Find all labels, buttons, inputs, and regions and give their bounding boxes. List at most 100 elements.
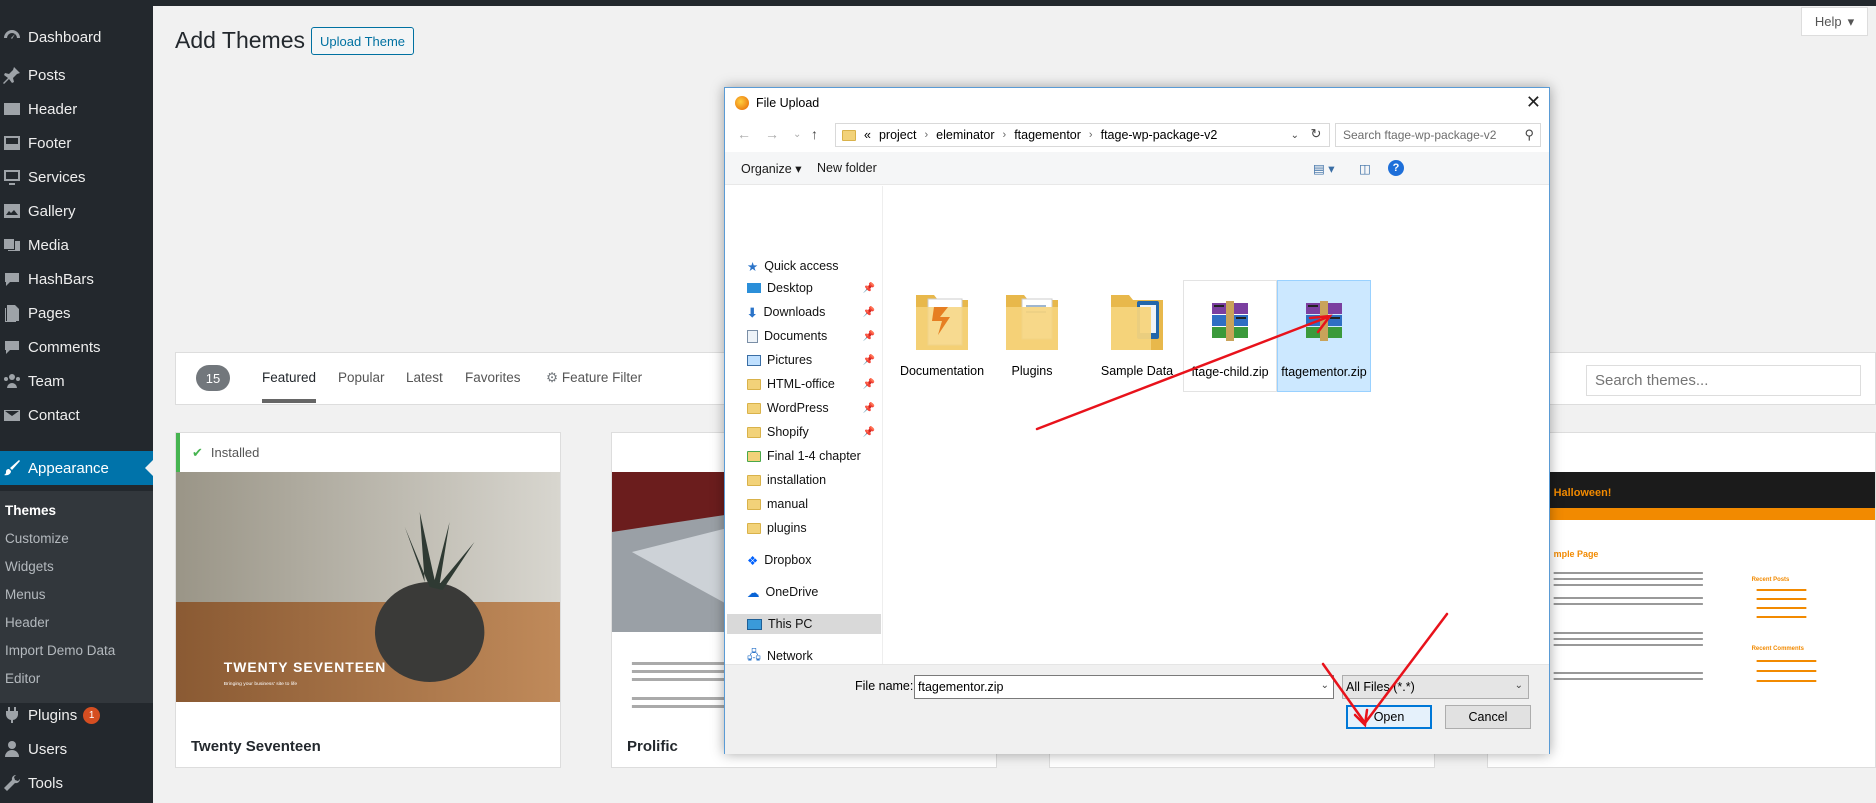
file-item-ftage-child-zip[interactable]: ftage-child.zip: [1183, 280, 1277, 392]
nav-final-chapter[interactable]: Final 1-4 chapter: [747, 446, 879, 466]
menu-label: Dashboard: [28, 28, 102, 46]
submenu-themes[interactable]: Themes: [5, 503, 56, 518]
preview-pane-icon[interactable]: ◫: [1359, 161, 1371, 176]
nav-quick-access[interactable]: ★ Quick access: [747, 256, 879, 276]
nav-network[interactable]: 🖧 Network: [747, 646, 879, 666]
file-item-ftagementor-zip[interactable]: ftagementor.zip: [1277, 280, 1371, 392]
back-arrow-icon[interactable]: ←: [737, 126, 751, 142]
nav-shopify[interactable]: Shopify 📌: [747, 422, 879, 442]
open-button[interactable]: Open: [1346, 705, 1432, 729]
menu-plugins[interactable]: Plugins 1: [0, 698, 153, 732]
admin-bar: [0, 0, 1876, 6]
nav-label: HTML-office: [767, 377, 835, 391]
view-options-icon[interactable]: ▤ ▾: [1313, 161, 1335, 176]
nav-downloads[interactable]: ⬇ Downloads 📌: [747, 302, 879, 322]
file-item-sample-data[interactable]: Sample Data: [1090, 280, 1184, 392]
dashboard-icon: [0, 27, 28, 47]
theme-card-twenty-seventeen[interactable]: ✔ Installed TWENTY SEVENTEEN Bringing yo…: [175, 432, 561, 768]
nav-label: plugins: [767, 521, 807, 535]
menu-gallery[interactable]: Gallery: [0, 194, 153, 228]
tab-featured[interactable]: Featured: [262, 370, 317, 403]
upload-theme-button[interactable]: Upload Theme: [311, 27, 415, 55]
submenu-import-demo-data[interactable]: Import Demo Data: [5, 643, 115, 658]
new-folder-button[interactable]: New folder: [817, 161, 877, 175]
menu-contact[interactable]: Contact: [0, 398, 153, 432]
menu-pages[interactable]: Pages: [0, 296, 153, 330]
pin-icon: 📌: [862, 282, 875, 294]
menu-footer[interactable]: Footer: [0, 126, 153, 160]
help-button[interactable]: Help ▾: [1801, 7, 1868, 36]
help-icon[interactable]: ?: [1388, 160, 1404, 176]
menu-label: Header: [28, 100, 78, 118]
tab-popular[interactable]: Popular: [338, 370, 385, 385]
menu-posts[interactable]: Posts: [0, 58, 153, 92]
document-icon: [747, 329, 758, 343]
nav-pictures[interactable]: Pictures 📌: [747, 350, 879, 370]
nav-plugins[interactable]: plugins: [747, 518, 879, 538]
menu-media[interactable]: Media: [0, 228, 153, 262]
monitor-icon: [0, 167, 28, 187]
file-type-select[interactable]: All Files (*.*) ⌄: [1342, 675, 1529, 699]
menu-users[interactable]: Users: [0, 732, 153, 766]
tab-favorites[interactable]: Favorites: [465, 370, 521, 385]
address-bar[interactable]: « project › eleminator › ftagementor › f…: [835, 123, 1330, 147]
plug-icon: [0, 705, 28, 725]
folder-icon: [907, 280, 977, 360]
chevron-down-icon[interactable]: ⌄: [1321, 680, 1329, 691]
recent-locations-chevron-icon[interactable]: ⌄: [793, 129, 801, 140]
submenu-widgets[interactable]: Widgets: [5, 559, 54, 574]
nav-onedrive[interactable]: ☁ OneDrive: [747, 582, 879, 602]
submenu-editor[interactable]: Editor: [5, 671, 40, 686]
path-segment[interactable]: ftagementor: [1014, 128, 1081, 142]
close-icon[interactable]: ✕: [1526, 92, 1541, 113]
screenshot-site-title: Halloween!: [1554, 487, 1612, 499]
menu-hashbars[interactable]: HashBars: [0, 262, 153, 296]
theme-screenshot: TWENTY SEVENTEEN Bringing your business'…: [176, 472, 560, 722]
nav-html-office[interactable]: HTML-office 📌: [747, 374, 879, 394]
file-name-input[interactable]: ftagementor.zip ⌄: [914, 675, 1334, 699]
nav-manual[interactable]: manual: [747, 494, 879, 514]
cancel-button[interactable]: Cancel: [1445, 705, 1531, 729]
refresh-icon[interactable]: ↻: [1304, 124, 1328, 144]
tab-latest[interactable]: Latest: [406, 370, 443, 385]
submenu-menus[interactable]: Menus: [5, 587, 46, 602]
chevron-down-icon[interactable]: ⌄: [1291, 130, 1299, 141]
screenshot-recent-comments: Recent Comments: [1752, 646, 1805, 652]
menu-label: Contact: [28, 406, 80, 424]
comment-icon: [0, 269, 28, 289]
path-segment[interactable]: ftage-wp-package-v2: [1101, 128, 1218, 142]
file-item-documentation[interactable]: Documentation: [895, 280, 989, 392]
pin-icon: [0, 65, 28, 85]
tab-feature-filter[interactable]: ⚙ Feature Filter: [546, 370, 642, 386]
up-arrow-icon[interactable]: ↑: [811, 126, 818, 142]
menu-header[interactable]: Header: [0, 92, 153, 126]
nav-installation[interactable]: installation: [747, 470, 879, 490]
forward-arrow-icon[interactable]: →: [765, 126, 779, 142]
chevron-right-icon: ›: [1088, 129, 1093, 141]
nav-documents[interactable]: Documents 📌: [747, 326, 879, 346]
menu-appearance[interactable]: Appearance: [0, 451, 153, 485]
firefox-icon: [735, 96, 749, 110]
path-segment[interactable]: project: [879, 128, 917, 142]
file-item-plugins[interactable]: Plugins: [985, 280, 1079, 392]
nav-desktop[interactable]: Desktop 📌: [747, 278, 879, 298]
nav-wordpress[interactable]: WordPress 📌: [747, 398, 879, 418]
menu-comments[interactable]: Comments: [0, 330, 153, 364]
menu-tools[interactable]: Tools: [0, 766, 153, 800]
menu-team[interactable]: Team: [0, 364, 153, 398]
pin-icon: 📌: [862, 306, 875, 318]
folder-search-input[interactable]: Search ftage-wp-package-v2 ⚲: [1335, 123, 1541, 147]
menu-services[interactable]: Services: [0, 160, 153, 194]
submenu-header[interactable]: Header: [5, 615, 49, 630]
nav-dropbox[interactable]: ❖ Dropbox: [747, 550, 879, 570]
organize-menu[interactable]: Organize ▾: [741, 161, 801, 176]
pin-icon: 📌: [862, 378, 875, 390]
path-segment[interactable]: eleminator: [936, 128, 994, 142]
installed-notice: ✔ Installed: [176, 433, 560, 472]
submenu-customize[interactable]: Customize: [5, 531, 69, 546]
menu-label: Tools: [28, 774, 64, 792]
search-themes-input[interactable]: [1586, 365, 1861, 396]
dialog-titlebar[interactable]: File Upload: [725, 88, 1549, 118]
nav-this-pc[interactable]: This PC: [727, 614, 881, 634]
menu-dashboard[interactable]: Dashboard: [0, 20, 153, 54]
